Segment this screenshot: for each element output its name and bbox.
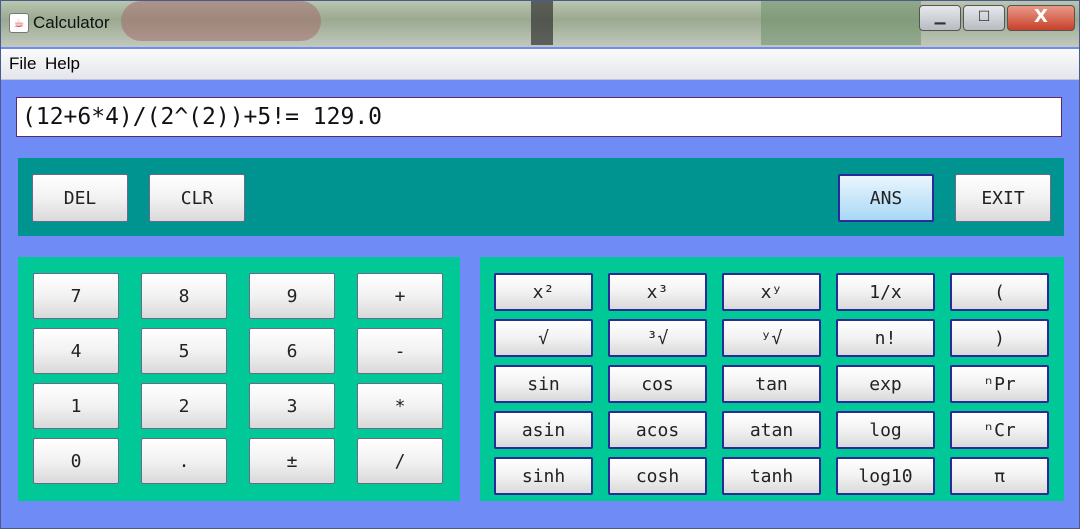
menu-help[interactable]: Help: [45, 54, 80, 74]
window-title: Calculator: [33, 13, 110, 32]
ans-button[interactable]: ANS: [838, 174, 934, 222]
log10-button[interactable]: log10: [836, 457, 935, 495]
desktop-background: [531, 1, 553, 45]
clr-button[interactable]: CLR: [149, 174, 245, 222]
atan-button[interactable]: atan: [722, 411, 821, 449]
title-bar[interactable]: ☕ Calculator ▁ ☐ X: [1, 1, 1079, 47]
expression-display[interactable]: (12+6*4)/(2^(2))+5!= 129.0: [16, 97, 1062, 137]
cos-button[interactable]: cos: [608, 365, 707, 403]
zero-button[interactable]: 0: [33, 438, 119, 484]
java-app-icon: ☕: [9, 13, 29, 33]
combination-button[interactable]: ⁿCr: [950, 411, 1049, 449]
minimize-button[interactable]: ▁: [919, 5, 961, 31]
y-root-button[interactable]: ʸ√: [722, 319, 821, 357]
maximize-button[interactable]: ☐: [963, 5, 1005, 31]
cosh-button[interactable]: cosh: [608, 457, 707, 495]
sinh-button[interactable]: sinh: [494, 457, 593, 495]
one-button[interactable]: 1: [33, 383, 119, 429]
asin-button[interactable]: asin: [494, 411, 593, 449]
tanh-button[interactable]: tanh: [722, 457, 821, 495]
square-root-button[interactable]: √: [494, 319, 593, 357]
open-paren-button[interactable]: (: [950, 273, 1049, 311]
six-button[interactable]: 6: [249, 328, 335, 374]
multiply-button[interactable]: *: [357, 383, 443, 429]
three-button[interactable]: 3: [249, 383, 335, 429]
desktop-background: [761, 1, 921, 45]
four-button[interactable]: 4: [33, 328, 119, 374]
close-paren-button[interactable]: ): [950, 319, 1049, 357]
decimal-button[interactable]: .: [141, 438, 227, 484]
exit-button[interactable]: EXIT: [955, 174, 1051, 222]
factorial-button[interactable]: n!: [836, 319, 935, 357]
number-pad: 7 8 9 +4 5 6- 1 2 3 * 0. ± /: [18, 257, 460, 501]
two-button[interactable]: 2: [141, 383, 227, 429]
seven-button[interactable]: 7: [33, 273, 119, 319]
control-panel: DEL CLR ANS EXIT: [18, 158, 1064, 236]
menu-bar: File Help: [1, 49, 1079, 80]
five-button[interactable]: 5: [141, 328, 227, 374]
close-button[interactable]: X: [1007, 5, 1075, 31]
eight-button[interactable]: 8: [141, 273, 227, 319]
log-button[interactable]: log: [836, 411, 935, 449]
acos-button[interactable]: acos: [608, 411, 707, 449]
reciprocal-button[interactable]: 1/x: [836, 273, 935, 311]
plus-button[interactable]: +: [357, 273, 443, 319]
plus-minus-button[interactable]: ±: [249, 438, 335, 484]
pi-button[interactable]: π: [950, 457, 1049, 495]
square-button[interactable]: x²: [494, 273, 593, 311]
divide-button[interactable]: /: [357, 438, 443, 484]
exp-button[interactable]: exp: [836, 365, 935, 403]
cube-button[interactable]: x³: [608, 273, 707, 311]
desktop-background: [121, 1, 321, 41]
function-pad: x² x³ xʸ 1/x ( √ ³√ ʸ√ n!) sin cos tan exp ⁿPr asin aco…: [480, 257, 1064, 501]
nine-button[interactable]: 9: [249, 273, 335, 319]
cube-root-button[interactable]: ³√: [608, 319, 707, 357]
menu-file[interactable]: File: [9, 54, 36, 74]
power-button[interactable]: xʸ: [722, 273, 821, 311]
sin-button[interactable]: sin: [494, 365, 593, 403]
window-controls: ▁ ☐ X: [917, 5, 1075, 31]
permutation-button[interactable]: ⁿPr: [950, 365, 1049, 403]
del-button[interactable]: DEL: [32, 174, 128, 222]
calculator-window: ☕ Calculator ▁ ☐ X File Help (12+6*4)/(2…: [0, 0, 1080, 529]
minus-button[interactable]: -: [357, 328, 443, 374]
tan-button[interactable]: tan: [722, 365, 821, 403]
